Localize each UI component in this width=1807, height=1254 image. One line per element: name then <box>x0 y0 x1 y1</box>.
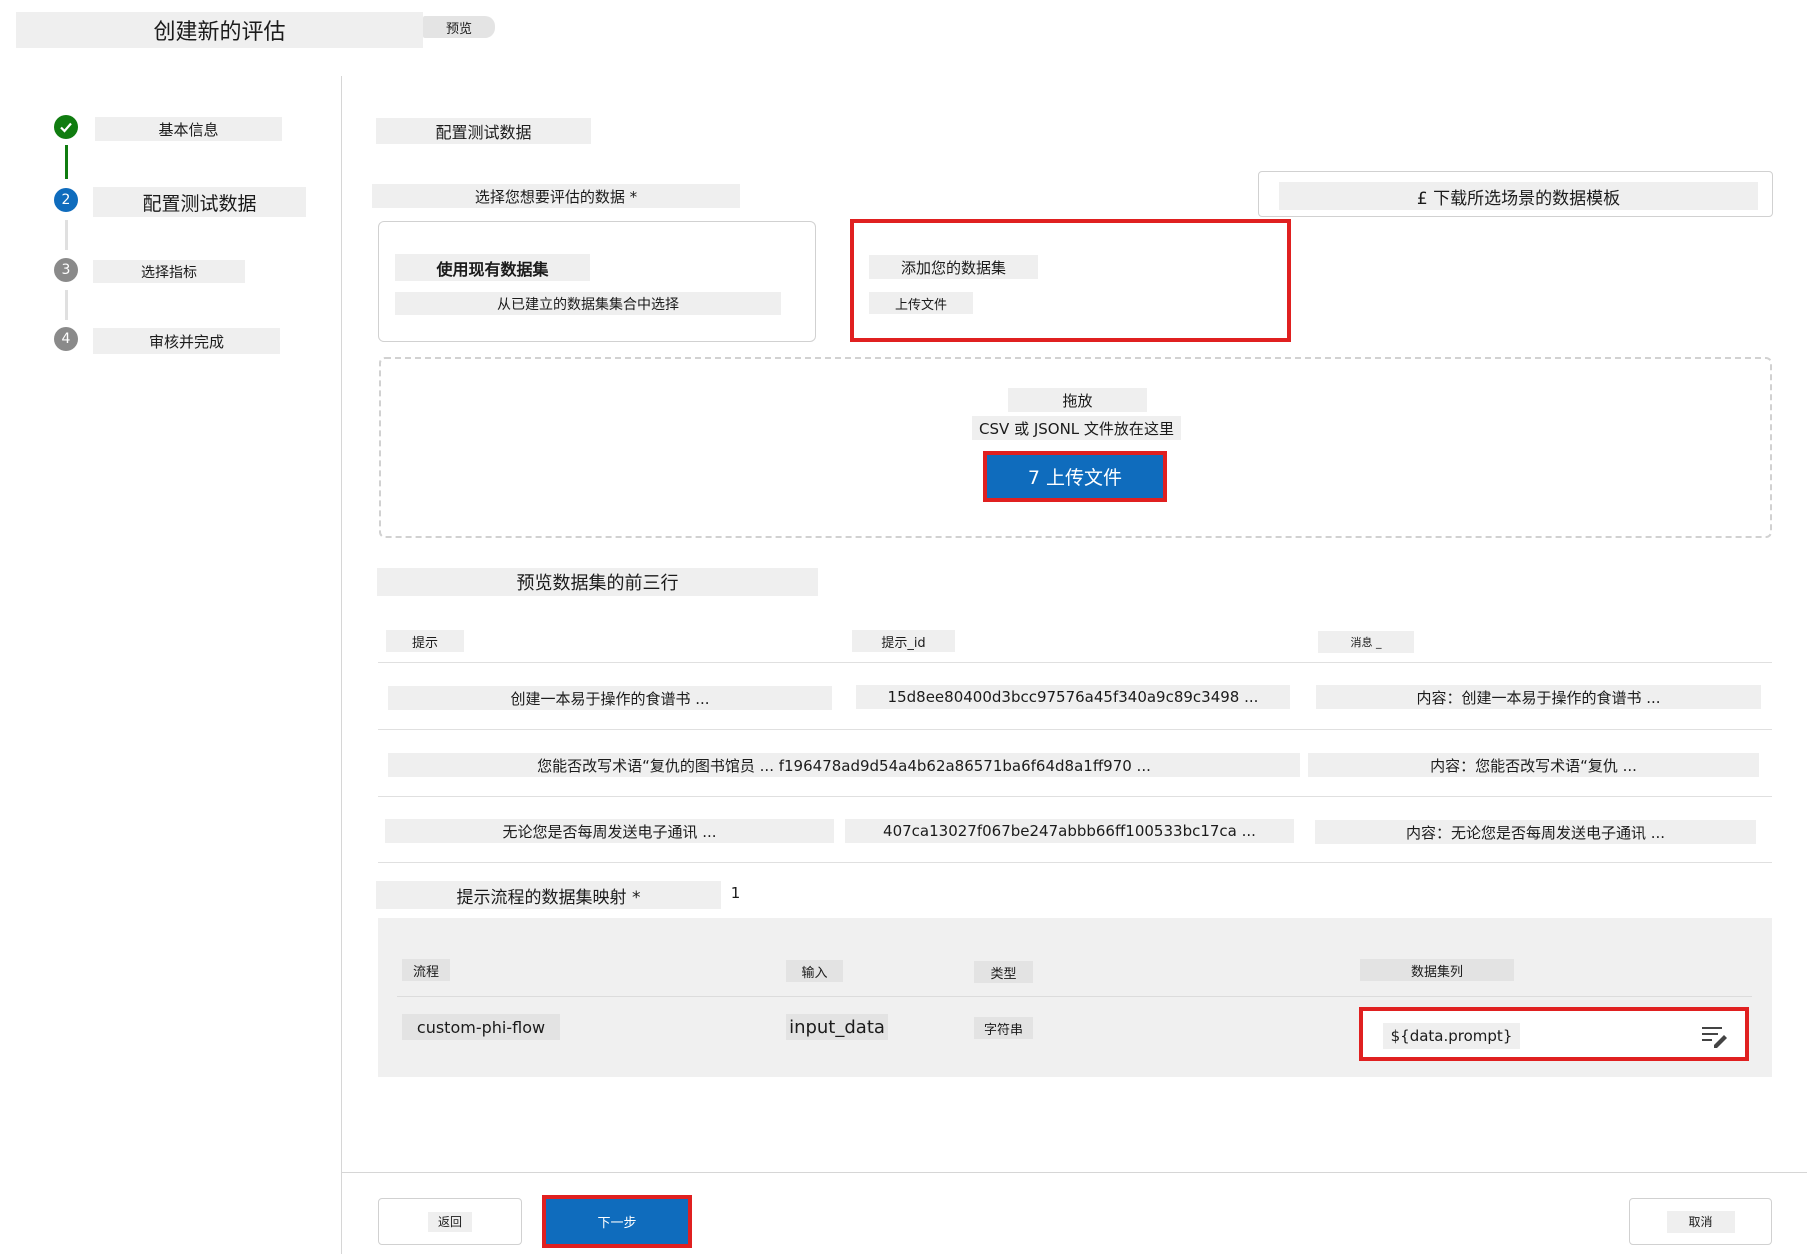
mapping-flow-value: custom-phi-flow <box>402 1014 560 1040</box>
mapping-title: 提示流程的数据集映射 * <box>376 881 721 909</box>
existing-dataset-title: 使用现有数据集 <box>395 254 590 281</box>
dropzone-instruction: 拖放 <box>1008 388 1147 412</box>
column-header-prompt: 提示 <box>386 630 464 652</box>
table-divider <box>378 729 1772 730</box>
table-cell: 无论您是否每周发送电子通讯 ... <box>385 819 834 843</box>
mapping-count: 1 <box>721 880 750 905</box>
step-connector <box>65 145 68 179</box>
next-button[interactable]: 下一步 <box>542 1195 692 1248</box>
step-connector <box>65 290 68 320</box>
table-divider <box>378 662 1772 663</box>
select-data-label: 选择您想要评估的数据 * <box>372 184 740 208</box>
step-configure-test-data[interactable]: 配置测试数据 <box>93 187 306 217</box>
table-cell: 内容：创建一本易于操作的食谱书 ... <box>1316 685 1761 709</box>
add-dataset-option[interactable] <box>850 219 1291 342</box>
edit-mapping-icon[interactable] <box>1700 1024 1728 1048</box>
download-template-label[interactable]: £ 下载所选场景的数据模板 <box>1279 182 1758 210</box>
column-header-prompt-id: 提示_id <box>852 630 955 652</box>
column-header-messages: 消息 _ <box>1318 631 1414 653</box>
table-cell: 内容：您能否改写术语“复仇 ... <box>1308 753 1759 777</box>
table-cell: 15d8ee80400d3bcc97576a45f340a9c89c3498 .… <box>856 685 1290 709</box>
back-button-label: 返回 <box>428 1211 472 1232</box>
step-review-finish[interactable]: 审核并完成 <box>93 328 280 354</box>
table-divider <box>378 862 1772 863</box>
add-dataset-subtitle: 上传文件 <box>869 292 973 314</box>
page-title: 创建新的评估 <box>16 12 423 48</box>
step-number-4: 4 <box>54 327 78 351</box>
cancel-button[interactable]: 取消 <box>1629 1198 1772 1245</box>
table-cell: 407ca13027f067be247abbb66ff100533bc17ca … <box>845 819 1294 843</box>
preview-title: 预览数据集的前三行 <box>377 568 818 596</box>
dropzone-file-types: CSV 或 JSONL 文件放在这里 <box>972 416 1181 440</box>
use-existing-dataset-option[interactable] <box>378 221 816 342</box>
mapping-header-dataset-column: 数据集列 <box>1360 959 1514 981</box>
step-complete-check-icon <box>54 115 78 139</box>
back-button[interactable]: 返回 <box>378 1198 522 1245</box>
mapping-input-value: input_data <box>786 1014 888 1040</box>
mapping-header-type: 类型 <box>974 961 1033 983</box>
step-connector <box>65 220 68 250</box>
step-number-2: 2 <box>54 188 78 212</box>
footer-divider <box>342 1172 1807 1173</box>
file-dropzone[interactable] <box>379 357 1772 538</box>
upload-file-label[interactable]: 7 上传文件 <box>993 459 1157 494</box>
table-cell: 您能否改写术语“复仇的图书馆员 ... f196478ad9d54a4b62a8… <box>388 753 1300 777</box>
table-divider <box>378 796 1772 797</box>
table-cell: 创建一本易于操作的食谱书 ... <box>388 686 832 710</box>
cancel-button-label: 取消 <box>1666 1210 1735 1233</box>
preview-badge: 预览 <box>423 16 495 38</box>
mapping-divider <box>397 996 1752 997</box>
step-number-3: 3 <box>54 258 78 282</box>
section-title: 配置测试数据 <box>376 118 591 144</box>
mapping-type-value: 字符串 <box>974 1017 1033 1039</box>
existing-dataset-subtitle: 从已建立的数据集集合中选择 <box>395 292 781 315</box>
table-cell: 内容：无论您是否每周发送电子通讯 ... <box>1315 820 1756 844</box>
mapping-header-input: 输入 <box>786 960 843 982</box>
step-select-metrics[interactable]: 选择指标 <box>93 260 245 283</box>
dataset-column-value[interactable]: ${data.prompt} <box>1383 1023 1520 1049</box>
sidebar-divider <box>341 76 342 1254</box>
mapping-header-flow: 流程 <box>402 959 450 981</box>
add-dataset-title: 添加您的数据集 <box>869 255 1038 279</box>
step-basic-info[interactable]: 基本信息 <box>95 117 282 141</box>
